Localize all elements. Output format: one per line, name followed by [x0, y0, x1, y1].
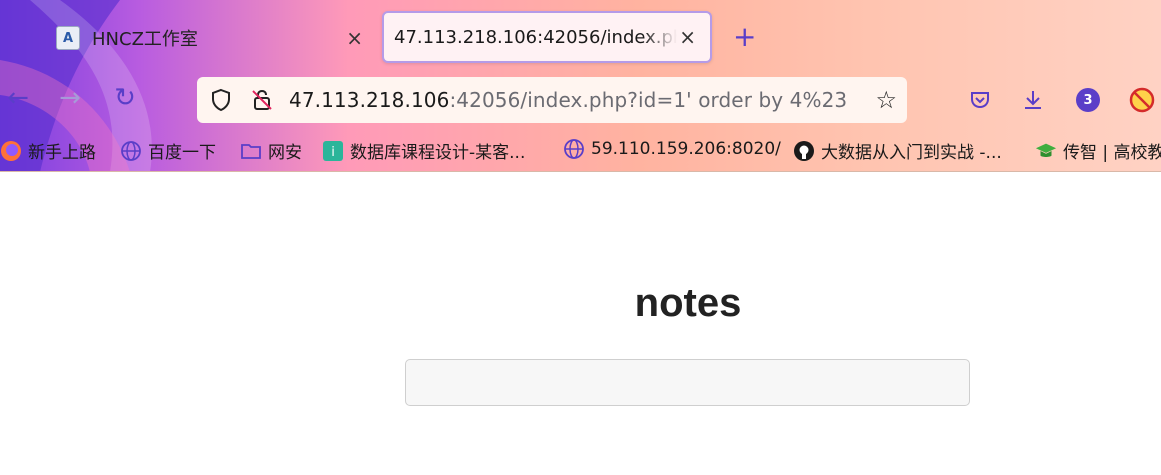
close-tab-icon[interactable]: × [346, 26, 363, 50]
navigation-toolbar: ← → ↻ 47.113.218.106:42056/index.php?id=… [0, 70, 1161, 130]
address-bar[interactable]: 47.113.218.106:42056/index.php?id=1' ord… [197, 77, 907, 123]
bookmark-label: 新手上路 [28, 143, 96, 163]
extensions-badge-button[interactable]: 3 [1074, 86, 1102, 114]
blocked-extension-icon[interactable] [1128, 86, 1156, 114]
bookmark-item[interactable]: 59.110.159.206:8020/ [563, 138, 781, 160]
page-content: notes [0, 173, 1161, 475]
svg-text:i: i [331, 145, 335, 160]
bookmark-label: 数据库课程设计-某客... [350, 143, 526, 163]
bookmarks-toolbar: 新手上路 百度一下 网安 i 数据库课程设计-某客... 59.110.159.… [0, 130, 1161, 172]
bookmark-star-icon[interactable]: ☆ [875, 86, 897, 114]
site-favicon-icon: A [56, 26, 80, 50]
educoder-icon: i [322, 140, 344, 162]
graduation-cap-icon [1035, 140, 1057, 162]
url-host: 47.113.218.106 [289, 88, 450, 112]
tab-strip: A HNCZ工作室 × 47.113.218.106:42056/index.p… [0, 0, 1161, 70]
extensions-count: 3 [1076, 88, 1100, 112]
tab-title: HNCZ工作室 [92, 29, 198, 50]
bookmark-item[interactable]: 百度一下 [120, 138, 216, 163]
download-icon[interactable] [1019, 86, 1047, 114]
browser-chrome: A HNCZ工作室 × 47.113.218.106:42056/index.p… [0, 0, 1161, 172]
bookmark-label: 传智 | 高校教 [1063, 143, 1161, 163]
bookmark-item[interactable]: 大数据从入门到实战 -... [793, 138, 1002, 163]
url-text[interactable]: 47.113.218.106:42056/index.php?id=1' ord… [289, 88, 847, 112]
globe-icon [120, 140, 142, 162]
shield-icon[interactable] [209, 88, 233, 116]
bookmark-item[interactable]: 传智 | 高校教 [1035, 138, 1161, 163]
url-path: :42056/index.php?id=1' order by 4%23 [449, 88, 848, 112]
reload-button[interactable]: ↻ [107, 80, 143, 116]
github-icon [793, 140, 815, 162]
bookmark-label: 网安 [268, 143, 302, 163]
folder-icon [240, 140, 262, 162]
insecure-lock-icon[interactable] [250, 88, 274, 116]
tab-title: 47.113.218.106:42056/index.php?id [394, 26, 677, 48]
bookmark-label: 大数据从入门到实战 -... [821, 143, 1002, 163]
page-title: notes [634, 281, 742, 325]
globe-icon [563, 138, 585, 160]
tab-hncz[interactable]: A HNCZ工作室 × [48, 13, 373, 63]
forward-button[interactable]: → [52, 80, 88, 116]
bookmark-item[interactable]: i 数据库课程设计-某客... [322, 138, 525, 163]
bookmark-folder[interactable]: 网安 [240, 138, 302, 163]
close-tab-icon[interactable]: × [679, 25, 696, 49]
tab-active-index[interactable]: 47.113.218.106:42056/index.php?id × [382, 11, 712, 63]
bookmark-label: 59.110.159.206:8020/ [591, 139, 781, 159]
firefox-icon [0, 140, 22, 162]
bookmark-label: 百度一下 [148, 143, 216, 163]
new-tab-button[interactable]: + [733, 20, 756, 54]
bookmark-item[interactable]: 新手上路 [0, 138, 96, 163]
notes-input[interactable] [405, 359, 970, 406]
back-button[interactable]: ← [0, 80, 36, 116]
pocket-icon[interactable] [966, 86, 994, 114]
